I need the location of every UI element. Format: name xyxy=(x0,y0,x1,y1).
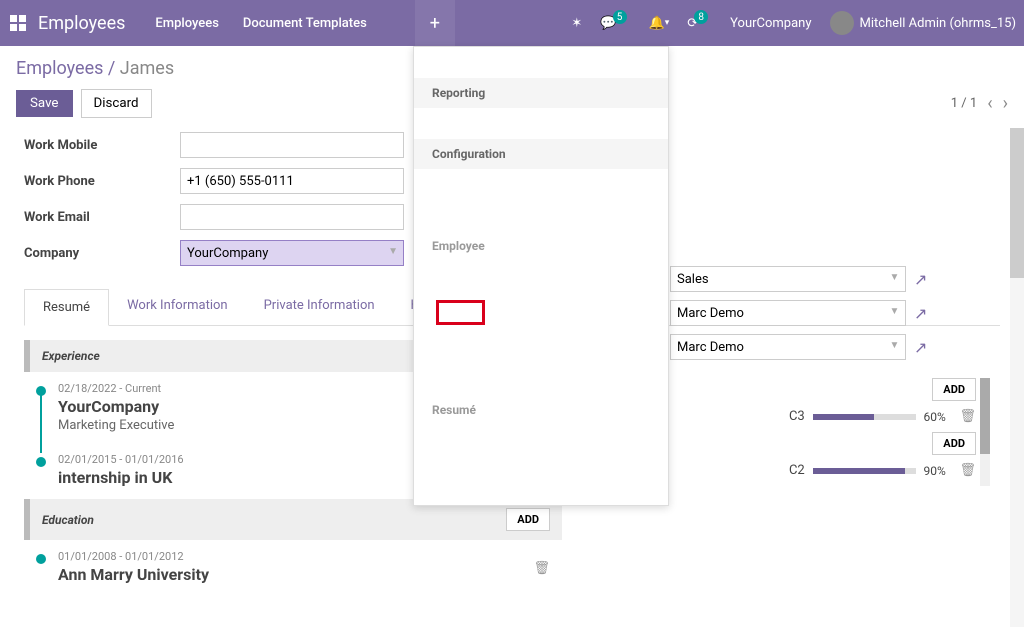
apps-icon[interactable] xyxy=(8,13,28,33)
skill-bar xyxy=(813,468,916,474)
timeline-dot-icon xyxy=(36,457,46,467)
dropdown-item-configuration: Configuration xyxy=(414,139,668,169)
tab-private-info[interactable]: Private Information xyxy=(246,288,393,325)
skill-label: C2 xyxy=(773,463,805,478)
user-menu[interactable]: Mitchell Admin (ohrms_15) xyxy=(830,11,1017,35)
skill-row: C2 90% 🗑 xyxy=(670,463,976,478)
activity-icon[interactable]: ⟳8 xyxy=(687,16,712,31)
delete-icon[interactable]: 🗑 xyxy=(960,463,977,478)
chat-badge: 5 xyxy=(613,10,627,24)
entry-date: 01/01/2008 - 01/01/2012 xyxy=(58,550,533,563)
nav-employees[interactable]: Employees xyxy=(155,16,218,31)
timeline-dot-icon xyxy=(36,554,46,564)
tab-resume[interactable]: Resumé xyxy=(24,289,109,326)
company-label: Company xyxy=(24,246,180,261)
tab-work-info[interactable]: Work Information xyxy=(109,288,246,325)
discard-button[interactable]: Discard xyxy=(81,89,152,118)
dropdown-item-settings[interactable]: Settings xyxy=(414,169,668,200)
topbar: Employees Employees Document Templates +… xyxy=(0,0,1024,46)
activity-badge: 8 xyxy=(694,10,708,24)
avatar xyxy=(830,11,854,35)
pager-text: 1 / 1 xyxy=(951,96,977,111)
skill-row: C3 60% 🗑 xyxy=(670,409,976,424)
dropdown-item-departure-reasons[interactable]: Departure Reasons xyxy=(414,487,668,506)
dropdown-item-employee: Employee xyxy=(414,231,668,261)
education-entry: 01/01/2008 - 01/01/2012 Ann Marry Univer… xyxy=(24,540,562,596)
debug-icon[interactable]: ✶ xyxy=(571,16,582,31)
pager-next-icon[interactable]: › xyxy=(1003,93,1008,114)
bell-icon[interactable]: 🔔▾ xyxy=(649,16,670,31)
chevron-down-icon[interactable]: ▼ xyxy=(890,340,900,351)
nav-doc-templates[interactable]: Document Templates xyxy=(243,16,367,31)
skill-fill xyxy=(813,468,905,474)
work-phone-label: Work Phone xyxy=(24,174,180,189)
nav-links: Employees Document Templates + xyxy=(155,0,454,46)
dropdown-item-salary-advance-to-approve[interactable]: Salary Advance To Approve xyxy=(414,47,668,78)
plus-button[interactable]: + xyxy=(415,0,455,46)
company-name[interactable]: YourCompany xyxy=(730,16,811,31)
chevron-down-icon[interactable]: ▼ xyxy=(388,246,398,257)
dropdown-item-reporting: Reporting xyxy=(414,78,668,108)
external-link-icon[interactable]: ↗ xyxy=(914,270,927,289)
topbar-right: ✶ 💬5 🔔▾ ⟳8 YourCompany Mitchell Admin (o… xyxy=(571,11,1016,35)
main-scrollbar[interactable] xyxy=(1010,128,1024,627)
manager1-input[interactable] xyxy=(670,300,906,326)
breadcrumb-root[interactable]: Employees xyxy=(16,58,103,79)
skill-pct: 60% xyxy=(924,410,960,424)
dropdown-item-tags[interactable]: Tags xyxy=(414,261,668,292)
work-email-label: Work Email xyxy=(24,210,180,225)
work-mobile-label: Work Mobile xyxy=(24,138,180,153)
dropdown-item-contract-types[interactable]: Contract Types xyxy=(414,364,668,395)
main-dropdown: Salary Advance To ApproveReportingEmploy… xyxy=(413,46,669,506)
skill-bar xyxy=(813,414,916,420)
chevron-down-icon[interactable]: ▼ xyxy=(890,306,900,317)
skill-pct: 90% xyxy=(924,464,960,478)
pager: 1 / 1 ‹ › xyxy=(951,93,1008,114)
delete-icon[interactable]: 🗑 xyxy=(533,561,550,576)
work-email-input[interactable] xyxy=(180,204,404,230)
skills-panel: ADD C3 60% 🗑 ADD C2 90% 🗑 xyxy=(670,378,976,486)
app-title: Employees xyxy=(38,13,125,34)
right-column: ▼ ↗ ▼ ↗ ▼ ↗ xyxy=(670,266,927,368)
skill-add-row: ADD xyxy=(670,378,976,401)
dropdown-item-types[interactable]: Types xyxy=(414,425,668,456)
chat-icon[interactable]: 💬5 xyxy=(600,16,630,31)
chevron-down-icon[interactable]: ▼ xyxy=(890,272,900,283)
dropdown-item-resumé: Resumé xyxy=(414,395,668,425)
skill-label: C3 xyxy=(773,409,805,424)
dropdown-item-employee-presence[interactable]: Employee Presence xyxy=(414,108,668,139)
external-link-icon[interactable]: ↗ xyxy=(914,338,927,357)
skills-scrollbar[interactable] xyxy=(980,378,990,486)
save-button[interactable]: Save xyxy=(16,90,73,117)
department-input[interactable] xyxy=(670,266,906,292)
add-skill-button[interactable]: ADD xyxy=(932,432,976,455)
add-education-button[interactable]: ADD xyxy=(506,508,550,531)
skill-fill xyxy=(813,414,875,420)
entry-title: Ann Marry University xyxy=(58,565,533,584)
breadcrumb-current: James xyxy=(120,58,174,79)
dropdown-item-departments[interactable]: Departments xyxy=(414,333,668,364)
work-phone-input[interactable] xyxy=(180,168,404,194)
pager-prev-icon[interactable]: ‹ xyxy=(987,93,992,114)
manager2-input[interactable] xyxy=(670,334,906,360)
dropdown-item-work-locations[interactable]: Work Locations xyxy=(414,456,668,487)
dropdown-item-job-positions[interactable]: Job Positions xyxy=(414,200,668,231)
company-input[interactable] xyxy=(180,240,404,266)
external-link-icon[interactable]: ↗ xyxy=(914,304,927,323)
skill-add-row: ADD xyxy=(670,432,976,455)
add-skill-button[interactable]: ADD xyxy=(932,378,976,401)
delete-icon[interactable]: 🗑 xyxy=(960,409,977,424)
work-mobile-input[interactable] xyxy=(180,132,404,158)
dropdown-item-skills[interactable]: Skills xyxy=(414,292,668,333)
